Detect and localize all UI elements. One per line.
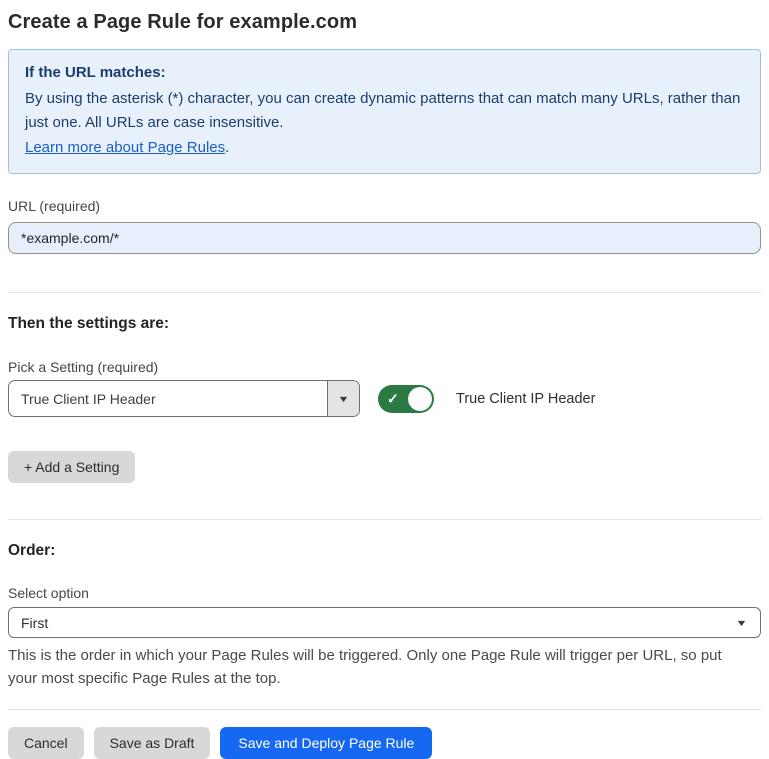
check-icon: ✓: [387, 391, 399, 405]
order-section-heading: Order:: [8, 542, 761, 560]
setting-toggle-label: True Client IP Header: [456, 391, 595, 407]
save-draft-button[interactable]: Save as Draft: [94, 727, 211, 759]
url-input[interactable]: [8, 222, 761, 254]
section-divider: [8, 292, 761, 293]
page-title: Create a Page Rule for example.com: [8, 11, 761, 34]
footer-actions: Cancel Save as Draft Save and Deploy Pag…: [8, 727, 761, 759]
toggle-knob: [408, 387, 432, 411]
learn-more-link[interactable]: Learn more about Page Rules: [25, 139, 225, 156]
cancel-button[interactable]: Cancel: [8, 727, 84, 759]
order-select-value: First: [21, 615, 48, 631]
url-match-info-callout: If the URL matches: By using the asteris…: [8, 49, 761, 174]
chevron-down-icon: ▼: [735, 618, 747, 628]
info-link-row: Learn more about Page Rules.: [25, 136, 744, 160]
order-help-text: This is the order in which your Page Rul…: [8, 644, 753, 690]
setting-picker-label: Pick a Setting (required): [8, 359, 761, 375]
save-deploy-button[interactable]: Save and Deploy Page Rule: [220, 727, 432, 759]
chevron-down-icon: ▼: [337, 394, 349, 404]
order-select-label: Select option: [8, 585, 761, 601]
info-heading: If the URL matches:: [25, 61, 744, 85]
setting-toggle[interactable]: ✓: [378, 385, 434, 413]
section-divider: [8, 519, 761, 520]
link-suffix: .: [225, 139, 229, 156]
add-setting-button[interactable]: + Add a Setting: [8, 451, 135, 483]
info-body-text: By using the asterisk (*) character, you…: [25, 87, 744, 135]
order-select[interactable]: First ▼: [8, 607, 761, 638]
setting-select-value: True Client IP Header: [9, 381, 327, 416]
setting-select[interactable]: True Client IP Header ▼: [8, 380, 360, 417]
url-field-label: URL (required): [8, 198, 761, 214]
setting-select-arrow-button[interactable]: ▼: [327, 381, 359, 416]
settings-section-heading: Then the settings are:: [8, 315, 761, 333]
footer-divider: [8, 709, 761, 710]
setting-row: True Client IP Header ▼ ✓ True Client IP…: [8, 380, 761, 417]
